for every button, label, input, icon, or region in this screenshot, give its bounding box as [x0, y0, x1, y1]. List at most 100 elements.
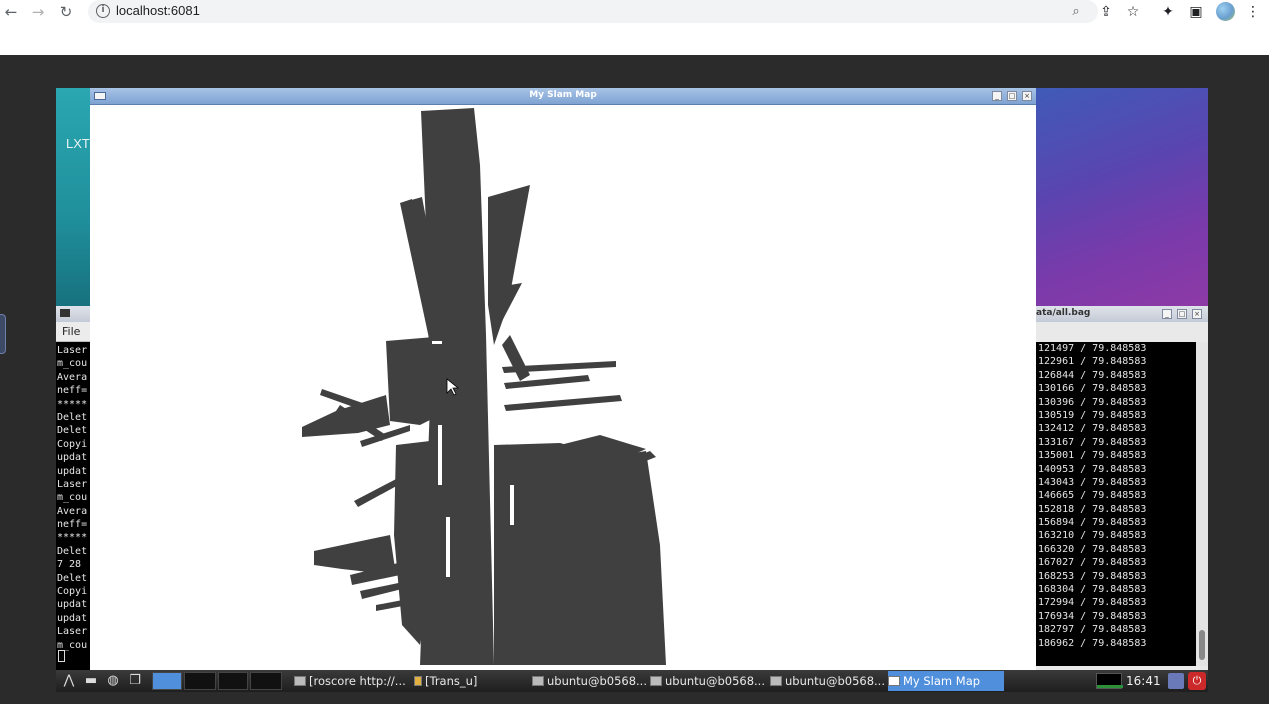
workspace-4[interactable]: [250, 672, 282, 690]
terminal-line: 130396 / 79.848583: [1038, 396, 1147, 408]
bookmark-star-icon[interactable]: ☆: [1123, 2, 1143, 22]
left-terminal-titlebar[interactable]: [56, 306, 90, 322]
task-my-slam-map[interactable]: My Slam Map: [888, 671, 1004, 691]
site-info-icon[interactable]: i: [96, 4, 110, 18]
terminal-line: 182797 / 79.848583: [1038, 624, 1147, 636]
terminal-line: Delet: [57, 572, 88, 584]
workspace-1[interactable]: [152, 672, 182, 690]
back-arrow-icon[interactable]: ←: [1, 2, 21, 22]
menu-file[interactable]: File: [62, 325, 80, 338]
url-text: localhost:6081: [116, 3, 200, 18]
terminal-line: updat: [57, 599, 88, 611]
document-icon: [414, 676, 422, 686]
terminal-line: 122961 / 79.848583: [1038, 356, 1147, 368]
terminal-line: 143043 / 79.848583: [1038, 476, 1147, 488]
address-bar[interactable]: i localhost:6081 ⌕: [88, 0, 1098, 23]
share-icon[interactable]: ⇪: [1096, 2, 1116, 22]
terminal-line: 163210 / 79.848583: [1038, 530, 1147, 542]
terminal-line: 135001 / 79.848583: [1038, 450, 1147, 462]
terminal-line: m_cou: [57, 358, 88, 370]
map-explored-area: [302, 108, 666, 665]
profile-avatar[interactable]: [1216, 2, 1235, 21]
terminal-line: 172994 / 79.848583: [1038, 597, 1147, 609]
workspace-3[interactable]: [218, 672, 248, 690]
forward-arrow-icon[interactable]: →: [28, 2, 48, 22]
side-panel-icon[interactable]: ▣: [1186, 2, 1206, 22]
terminal-line: 167027 / 79.848583: [1038, 557, 1147, 569]
browser-launcher-icon[interactable]: ◍: [104, 672, 122, 690]
occupancy-grid-map[interactable]: [90, 105, 1036, 670]
terminal-line: updat: [57, 452, 88, 464]
start-menu-icon[interactable]: ⋀: [60, 672, 78, 690]
terminal-line: Laser: [57, 626, 88, 638]
power-icon[interactable]: ⏻: [1188, 672, 1206, 690]
terminal-line: Avera: [57, 505, 88, 517]
right-terminal-titlebar[interactable]: ata/all.bag _ □ ×: [1034, 306, 1208, 322]
right-terminal-scrollbar[interactable]: [1196, 342, 1208, 666]
terminal-line: 140953 / 79.848583: [1038, 463, 1147, 475]
terminal-icon: [650, 676, 662, 686]
close-icon[interactable]: ×: [1022, 91, 1032, 101]
terminal-icon: [532, 676, 544, 686]
terminal-line: Copyi: [57, 586, 88, 598]
terminal-line: neff=: [57, 519, 88, 531]
file-manager-icon[interactable]: ▬: [82, 672, 100, 690]
reload-icon[interactable]: ↻: [56, 2, 76, 22]
extensions-puzzle-icon[interactable]: ✦: [1158, 2, 1178, 22]
terminal-line: neff=: [57, 385, 88, 397]
clock[interactable]: 16:41: [1126, 671, 1161, 691]
workspace-2[interactable]: [184, 672, 216, 690]
slam-map-title: My Slam Map: [529, 90, 597, 100]
vnc-control-bar-handle[interactable]: [0, 314, 6, 354]
maximize-icon[interactable]: □: [1177, 309, 1187, 319]
terminal-cursor: [58, 650, 65, 662]
terminal-line: 7 28: [57, 559, 82, 571]
menu-kebab-icon[interactable]: ⋮: [1243, 2, 1263, 22]
remote-desktop[interactable]: LXT File Laser m_cou Avera neff= ***** Delet D…: [56, 88, 1208, 692]
terminal-icon: [770, 676, 782, 686]
terminal-line: 176934 / 79.848583: [1038, 610, 1147, 622]
left-terminal-window[interactable]: File Laser m_cou Avera neff= ***** Delet Delet…: [56, 306, 90, 670]
terminal-line: 133167 / 79.848583: [1038, 436, 1147, 448]
zoom-icon[interactable]: ⌕: [1067, 3, 1085, 21]
terminal-line: 130166 / 79.848583: [1038, 383, 1147, 395]
terminal-line: Avera: [57, 371, 88, 383]
terminal-line: *****: [57, 398, 88, 410]
terminal-line: updat: [57, 612, 88, 624]
terminal-line: 121497 / 79.848583: [1038, 343, 1147, 354]
desktop-wallpaper-right: [1034, 88, 1208, 308]
slam-map-titlebar[interactable]: My Slam Map _ □ ×: [90, 88, 1036, 105]
task-ubuntu-terminal-3[interactable]: ubuntu@b0568...: [770, 671, 886, 691]
terminal-line: 168304 / 79.848583: [1038, 584, 1147, 596]
browser-toolbar: ← → ↻ i localhost:6081 ⌕ ⇪ ☆ ✦ ▣ ⋮: [0, 0, 1269, 24]
task-ubuntu-terminal-2[interactable]: ubuntu@b0568...: [650, 671, 768, 691]
terminal-line: 132412 / 79.848583: [1038, 423, 1147, 435]
terminal-line: Copyi: [57, 438, 88, 450]
minimize-icon[interactable]: _: [1162, 309, 1172, 319]
right-terminal-output: 121497 / 79.848583 122961 / 79.848583 1268…: [1034, 342, 1196, 666]
terminal-line: m_cou: [57, 492, 88, 504]
network-tray-icon[interactable]: [1168, 673, 1184, 689]
terminal-icon: [294, 676, 306, 686]
close-icon[interactable]: ×: [1192, 309, 1202, 319]
slam-map-window[interactable]: My Slam Map _ □ ×: [90, 88, 1036, 670]
right-terminal-title: ata/all.bag: [1036, 308, 1091, 318]
terminal-line: 126844 / 79.848583: [1038, 369, 1147, 381]
terminal-line: 166320 / 79.848583: [1038, 543, 1147, 555]
terminal-line: Laser: [57, 345, 88, 356]
terminal-line: 146665 / 79.848583: [1038, 490, 1147, 502]
terminal-line: 168253 / 79.848583: [1038, 570, 1147, 582]
task-roscore[interactable]: [roscore http://...: [294, 671, 412, 691]
windows-icon[interactable]: ❐: [126, 672, 144, 690]
terminal-line: Delet: [57, 545, 88, 557]
terminal-line: 156894 / 79.848583: [1038, 517, 1147, 529]
task-ubuntu-terminal-1[interactable]: ubuntu@b0568...: [532, 671, 648, 691]
maximize-icon[interactable]: □: [1007, 91, 1017, 101]
scrollbar-thumb[interactable]: [1199, 630, 1205, 660]
minimize-icon[interactable]: _: [992, 91, 1002, 101]
lxde-taskbar: ⋀ ▬ ◍ ❐ [roscore http://... [Trans_u] ub…: [56, 670, 1208, 692]
terminal-line: updat: [57, 465, 88, 477]
right-terminal-window[interactable]: ata/all.bag _ □ × 121497 / 79.848583 1229…: [1034, 306, 1208, 670]
terminal-line: Laser: [57, 478, 88, 490]
task-trans-u[interactable]: [Trans_u]: [414, 671, 530, 691]
